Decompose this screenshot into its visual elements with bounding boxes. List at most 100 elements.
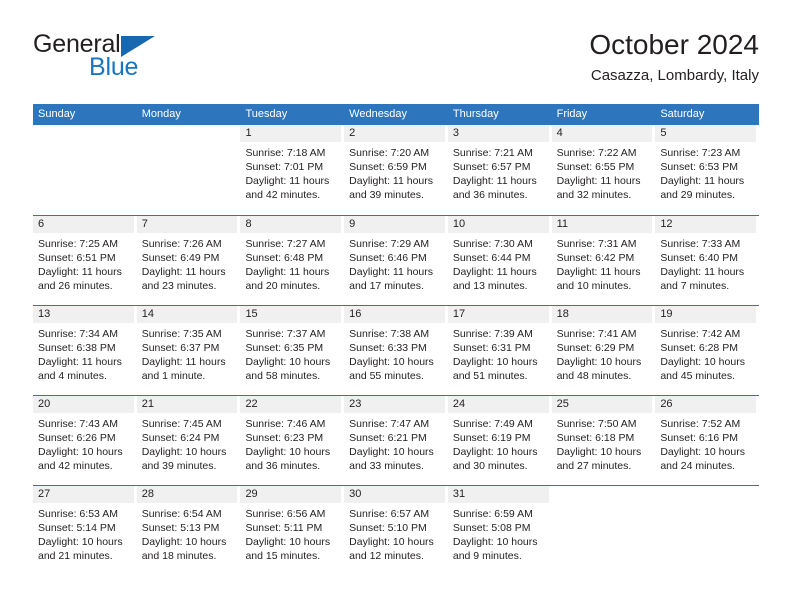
sunset-time: Sunset: 6:42 PM	[556, 252, 635, 264]
page-header: General Blue October 2024 Casazza, Lomba…	[33, 28, 759, 94]
sunrise-time: Sunrise: 6:59 AM	[452, 508, 533, 520]
daylight-line-1: Daylight: 10 hours	[349, 356, 434, 368]
daylight-line-1: Daylight: 11 hours	[556, 266, 641, 278]
day-number: 15	[240, 306, 342, 323]
day-sun-info: Sunrise: 7:39 AM Sunset: 6:31 PM Daylight:…	[448, 323, 549, 383]
calendar-day-cell[interactable]: 3 Sunrise: 7:21 AM Sunset: 6:57 PM Daylight…	[447, 125, 552, 215]
sunrise-time: Sunrise: 7:49 AM	[452, 418, 533, 430]
sunrise-time: Sunrise: 7:34 AM	[38, 328, 118, 340]
calendar-page: General Blue October 2024 Casazza, Lomba…	[0, 0, 792, 612]
sunset-time: Sunset: 6:38 PM	[38, 342, 116, 354]
day-number: 31	[447, 486, 549, 503]
calendar-day-cell[interactable]: 21 Sunrise: 7:45 AM Sunset: 6:24 PM Dayligh…	[136, 396, 241, 485]
calendar-day-cell[interactable]: 22 Sunrise: 7:46 AM Sunset: 6:23 PM Dayligh…	[240, 396, 344, 485]
sunset-time: Sunset: 6:31 PM	[452, 342, 531, 354]
calendar-day-cell[interactable]: 8 Sunrise: 7:27 AM Sunset: 6:48 PM Daylight…	[240, 216, 344, 305]
calendar-day-cell[interactable]: 20 Sunrise: 7:43 AM Sunset: 6:26 PM Dayligh…	[33, 396, 137, 485]
day-number: 19	[655, 306, 757, 323]
sunset-time: Sunset: 5:10 PM	[349, 522, 427, 534]
daylight-line-2: and 18 minutes.	[141, 550, 217, 562]
calendar-day-cell[interactable]: 12 Sunrise: 7:33 AM Sunset: 6:40 PM Dayligh…	[655, 216, 759, 305]
day-number: 1	[240, 125, 342, 142]
sunrise-time: Sunrise: 6:53 AM	[38, 508, 118, 520]
day-number: 13	[33, 306, 134, 323]
sunrise-time: Sunrise: 7:46 AM	[245, 418, 326, 430]
daylight-line-1: Daylight: 11 hours	[38, 266, 122, 278]
daylight-line-2: and 24 minutes.	[660, 460, 736, 472]
day-sun-info: Sunrise: 7:38 AM Sunset: 6:33 PM Daylight:…	[344, 323, 445, 383]
calendar-day-cell[interactable]: 24 Sunrise: 7:49 AM Sunset: 6:19 PM Dayligh…	[447, 396, 552, 485]
sunrise-time: Sunrise: 7:35 AM	[141, 328, 222, 340]
day-number: 23	[344, 396, 445, 413]
daylight-line-2: and 27 minutes.	[556, 460, 632, 472]
day-sun-info: Sunrise: 7:31 AM Sunset: 6:42 PM Daylight:…	[552, 233, 653, 293]
daylight-line-1: Daylight: 11 hours	[245, 175, 330, 187]
daylight-line-1: Daylight: 10 hours	[556, 446, 642, 458]
calendar-day-cell[interactable]: 5 Sunrise: 7:23 AM Sunset: 6:53 PM Daylight…	[655, 125, 759, 215]
calendar-day-cell[interactable]: 17 Sunrise: 7:39 AM Sunset: 6:31 PM Dayligh…	[447, 306, 552, 395]
daylight-line-1: Daylight: 11 hours	[452, 175, 537, 187]
calendar-day-cell[interactable]: 28 Sunrise: 6:54 AM Sunset: 5:13 PM Dayligh…	[136, 486, 241, 575]
daylight-line-2: and 33 minutes.	[349, 460, 424, 472]
sunrise-time: Sunrise: 7:30 AM	[452, 238, 533, 250]
day-sun-info: Sunrise: 7:50 AM Sunset: 6:18 PM Daylight:…	[552, 413, 653, 473]
calendar-day-cell[interactable]: 15 Sunrise: 7:37 AM Sunset: 6:35 PM Dayligh…	[240, 306, 344, 395]
calendar-day-cell[interactable]: 26 Sunrise: 7:52 AM Sunset: 6:16 PM Dayligh…	[655, 396, 759, 485]
day-sun-info: Sunrise: 7:25 AM Sunset: 6:51 PM Daylight:…	[33, 233, 134, 293]
calendar-day-cell[interactable]: 23 Sunrise: 7:47 AM Sunset: 6:21 PM Dayligh…	[344, 396, 448, 485]
sunset-time: Sunset: 5:13 PM	[141, 522, 220, 534]
calendar-day-cell[interactable]: 13 Sunrise: 7:34 AM Sunset: 6:38 PM Dayligh…	[33, 306, 137, 395]
day-number	[655, 486, 756, 503]
calendar-day-cell[interactable]: 30 Sunrise: 6:57 AM Sunset: 5:10 PM Dayligh…	[344, 486, 448, 575]
daylight-line-1: Daylight: 11 hours	[660, 266, 745, 278]
calendar-day-cell[interactable]: 4 Sunrise: 7:22 AM Sunset: 6:55 PM Daylight…	[551, 125, 656, 215]
daylight-line-1: Daylight: 11 hours	[660, 175, 745, 187]
daylight-line-2: and 23 minutes.	[141, 280, 217, 292]
daylight-line-2: and 7 minutes.	[660, 280, 730, 292]
calendar-day-cell[interactable]: 18 Sunrise: 7:41 AM Sunset: 6:29 PM Dayligh…	[551, 306, 656, 395]
calendar-day-cell[interactable]: 7 Sunrise: 7:26 AM Sunset: 6:49 PM Daylight…	[136, 216, 241, 305]
calendar-day-cell[interactable]: 16 Sunrise: 7:38 AM Sunset: 6:33 PM Dayligh…	[344, 306, 448, 395]
day-number: 26	[655, 396, 757, 413]
daylight-line-2: and 10 minutes.	[556, 280, 632, 292]
calendar-day-cell[interactable]: 27 Sunrise: 6:53 AM Sunset: 5:14 PM Dayligh…	[33, 486, 137, 575]
daylight-line-2: and 42 minutes.	[38, 460, 113, 472]
day-number: 11	[551, 216, 653, 233]
calendar-day-cell[interactable]: 31 Sunrise: 6:59 AM Sunset: 5:08 PM Dayligh…	[447, 486, 552, 575]
day-sun-info: Sunrise: 7:30 AM Sunset: 6:44 PM Daylight:…	[448, 233, 549, 293]
calendar-day-cell[interactable]: 2 Sunrise: 7:20 AM Sunset: 6:59 PM Daylight…	[344, 125, 448, 215]
daylight-line-1: Daylight: 10 hours	[349, 446, 434, 458]
calendar-day-cell[interactable]: 29 Sunrise: 6:56 AM Sunset: 5:11 PM Dayligh…	[240, 486, 344, 575]
sunset-time: Sunset: 6:40 PM	[660, 252, 738, 264]
weekday-header-wednesday: Wednesday	[349, 108, 408, 120]
sunrise-time: Sunrise: 7:37 AM	[245, 328, 326, 340]
day-sun-info: Sunrise: 6:57 AM Sunset: 5:10 PM Daylight:…	[344, 503, 445, 563]
calendar-day-cell[interactable]: 11 Sunrise: 7:31 AM Sunset: 6:42 PM Dayligh…	[551, 216, 656, 305]
calendar-day-cell-empty	[33, 125, 137, 215]
day-sun-info: Sunrise: 7:29 AM Sunset: 6:46 PM Daylight:…	[344, 233, 445, 293]
calendar-day-cell[interactable]: 1 Sunrise: 7:18 AM Sunset: 7:01 PM Daylight…	[240, 125, 344, 215]
daylight-line-1: Daylight: 11 hours	[349, 266, 434, 278]
day-number: 14	[136, 306, 238, 323]
daylight-line-2: and 36 minutes.	[245, 460, 321, 472]
calendar-day-cell-empty	[655, 486, 759, 575]
daylight-line-1: Daylight: 11 hours	[452, 266, 537, 278]
daylight-line-1: Daylight: 11 hours	[141, 356, 226, 368]
day-number: 20	[33, 396, 134, 413]
calendar-day-cell[interactable]: 9 Sunrise: 7:29 AM Sunset: 6:46 PM Daylight…	[344, 216, 448, 305]
daylight-line-1: Daylight: 10 hours	[38, 536, 123, 548]
day-number	[33, 125, 134, 142]
calendar-day-cell[interactable]: 10 Sunrise: 7:30 AM Sunset: 6:44 PM Dayligh…	[447, 216, 552, 305]
calendar-day-cell[interactable]: 19 Sunrise: 7:42 AM Sunset: 6:28 PM Dayligh…	[655, 306, 759, 395]
day-sun-info: Sunrise: 7:35 AM Sunset: 6:37 PM Daylight:…	[137, 323, 238, 383]
sunset-time: Sunset: 6:49 PM	[141, 252, 220, 264]
day-sun-info: Sunrise: 7:47 AM Sunset: 6:21 PM Daylight:…	[344, 413, 445, 473]
calendar-day-cell[interactable]: 6 Sunrise: 7:25 AM Sunset: 6:51 PM Daylight…	[33, 216, 137, 305]
calendar-day-cell[interactable]: 25 Sunrise: 7:50 AM Sunset: 6:18 PM Dayligh…	[551, 396, 656, 485]
daylight-line-2: and 30 minutes.	[452, 460, 528, 472]
calendar-day-cell[interactable]: 14 Sunrise: 7:35 AM Sunset: 6:37 PM Dayligh…	[136, 306, 241, 395]
day-number: 21	[136, 396, 238, 413]
daylight-line-1: Daylight: 10 hours	[141, 446, 227, 458]
day-number: 10	[447, 216, 549, 233]
day-sun-info: Sunrise: 7:37 AM Sunset: 6:35 PM Daylight:…	[240, 323, 341, 383]
